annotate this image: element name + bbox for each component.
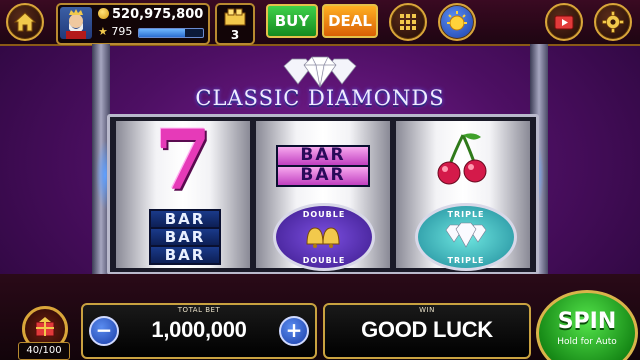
settings-button[interactable]	[594, 3, 632, 41]
increase-bet-button[interactable]: +	[279, 316, 309, 346]
inbox-count: 3	[230, 28, 240, 42]
level-value: 795	[111, 25, 133, 38]
reel-3: TRIPLE TRIPLE	[396, 121, 530, 271]
symbol-bar-2: BAR	[149, 227, 221, 247]
coin-icon	[98, 8, 109, 19]
badge-top-label: TRIPLE	[447, 210, 485, 219]
diamonds-logo-icon	[283, 56, 357, 88]
inbox-icon	[224, 8, 246, 26]
bells-icon	[306, 227, 340, 248]
star-icon: ★	[98, 25, 108, 38]
buy-button[interactable]: BUY	[266, 4, 318, 38]
video-icon	[554, 15, 574, 30]
total-bet-label: TOTAL BET	[177, 306, 221, 314]
win-label: WIN	[419, 306, 435, 314]
game-title: CLASSIC DIAMONDS	[195, 86, 445, 110]
decrease-bet-button[interactable]: −	[89, 316, 119, 346]
reel-window: 7 BAR BAR BAR BAR BAR DOUBLE DOUBLE TRIP…	[107, 114, 539, 275]
win-value: GOOD LUCK	[361, 317, 493, 342]
game-menu-button[interactable]	[389, 3, 427, 41]
avatar[interactable]	[60, 7, 92, 39]
level: ★ 795	[98, 25, 132, 38]
badge-bottom-label: DOUBLE	[302, 256, 346, 265]
level-row: ★ 795	[98, 25, 204, 39]
daily-bonus-button[interactable]	[438, 3, 476, 41]
deal-button[interactable]: DEAL	[322, 4, 378, 38]
symbol-triple-badge: TRIPLE TRIPLE	[415, 203, 517, 271]
slot-game-screen: 520,975,800 ★ 795 3 BUY DEAL CLASSIC DIA…	[0, 0, 640, 360]
symbol-seven: 7	[154, 113, 212, 209]
bonus-count: 40/100	[18, 342, 70, 360]
reel-1: 7 BAR BAR BAR	[116, 113, 250, 268]
total-bet-panel: TOTAL BET 1,000,000 − +	[81, 303, 317, 359]
inbox-button[interactable]: 3	[215, 3, 255, 45]
symbol-double-bar-2: BAR	[276, 165, 370, 187]
symbol-double-bar-1: BAR	[276, 145, 370, 167]
badge-top-label: DOUBLE	[302, 210, 346, 219]
gear-icon	[602, 11, 624, 33]
badge-bottom-label: TRIPLE	[447, 256, 485, 265]
bonus-meter[interactable]: 40/100	[18, 306, 70, 360]
win-panel: WIN GOOD LUCK	[323, 303, 531, 359]
home-icon	[14, 12, 36, 32]
spin-sub-label: Hold for Auto	[557, 337, 617, 347]
cherries-icon	[437, 133, 487, 185]
coin-balance-value: 520,975,800	[112, 7, 204, 22]
diamond-icon	[445, 222, 487, 248]
reel-2: BAR BAR DOUBLE DOUBLE	[256, 121, 390, 271]
top-bar: 520,975,800 ★ 795 3 BUY DEAL	[0, 0, 640, 46]
xp-progress-bar	[138, 28, 204, 38]
coin-balance: 520,975,800	[98, 7, 203, 22]
spin-label: SPIN	[557, 309, 617, 334]
player-info[interactable]: 520,975,800 ★ 795	[56, 3, 210, 45]
home-button[interactable]	[6, 3, 44, 41]
symbol-double-badge: DOUBLE DOUBLE	[273, 203, 375, 271]
xp-progress-fill	[139, 29, 186, 37]
sun-icon	[447, 11, 467, 31]
symbol-bar-1: BAR	[149, 209, 221, 229]
video-reward-button[interactable]	[545, 3, 583, 41]
symbol-bar-3: BAR	[149, 245, 221, 265]
grid-menu-icon	[400, 14, 416, 30]
